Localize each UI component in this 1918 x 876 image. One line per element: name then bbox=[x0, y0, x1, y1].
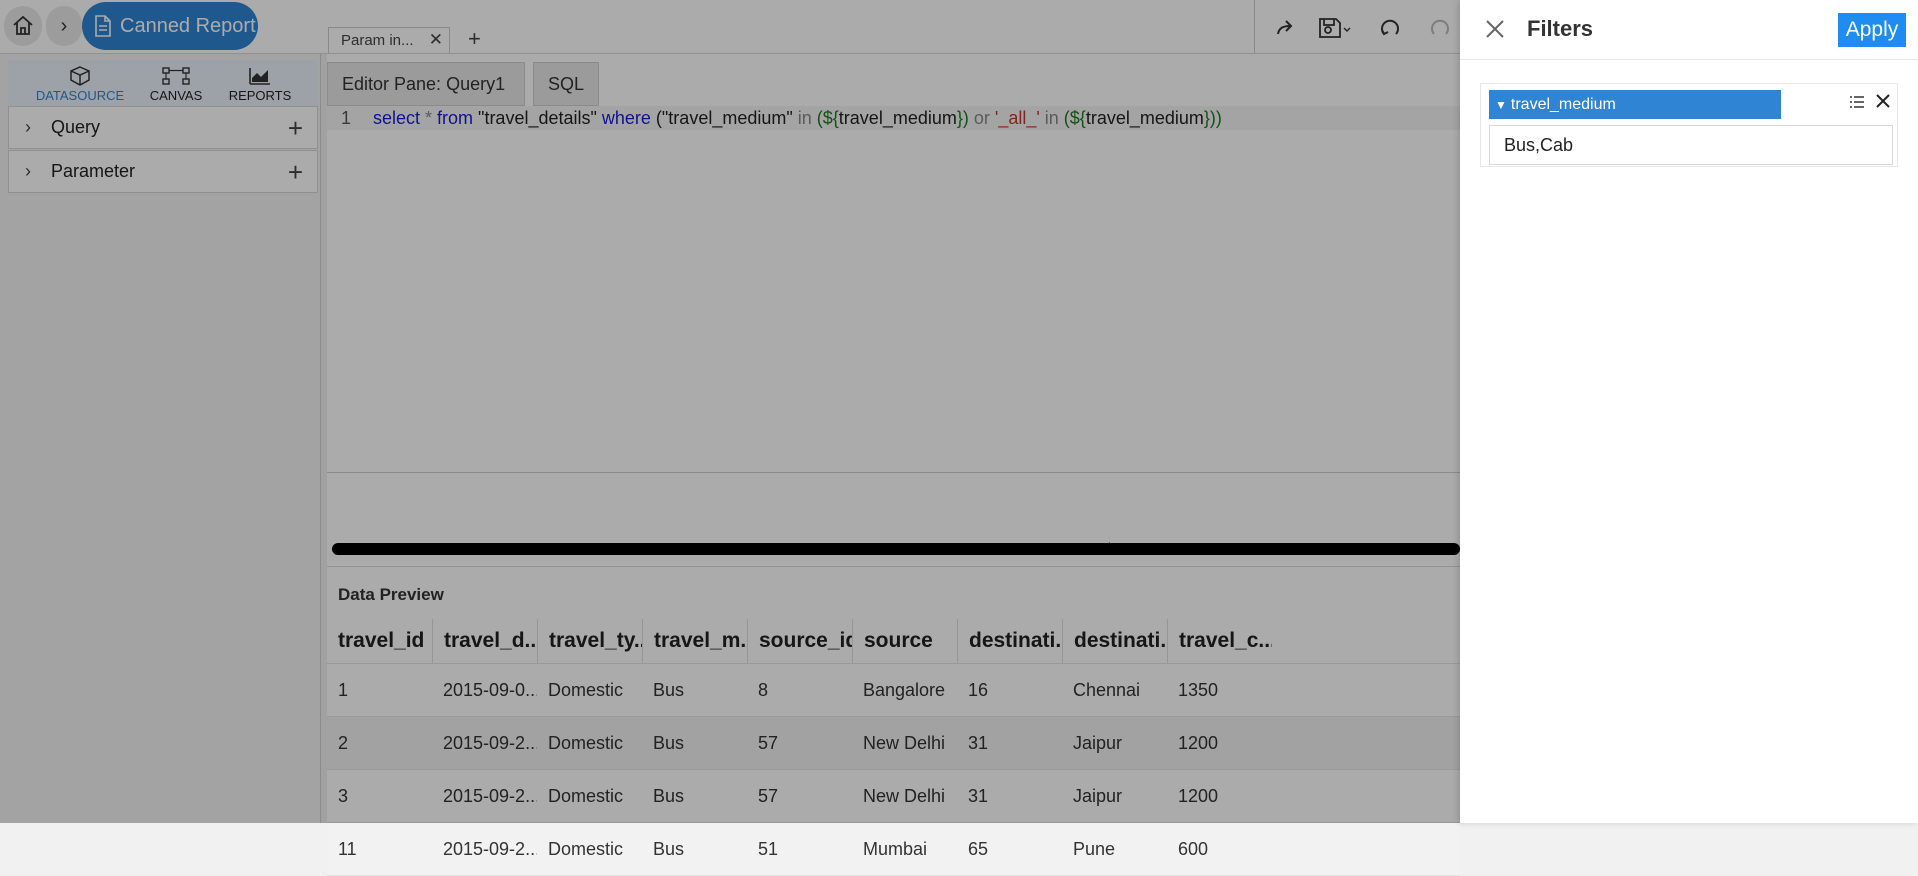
filter-name-chip[interactable]: ▼ travel_medium bbox=[1489, 90, 1781, 119]
modal-backdrop[interactable] bbox=[0, 0, 1460, 823]
caret-down-icon: ▼ bbox=[1495, 97, 1507, 112]
filter-name: travel_medium bbox=[1510, 95, 1616, 113]
table-cell: 2015-09-2... bbox=[443, 838, 537, 859]
filter-value-input[interactable]: Bus,Cab bbox=[1489, 125, 1893, 165]
table-cell: 600 bbox=[1178, 838, 1209, 859]
filters-header: Filters Apply bbox=[1460, 0, 1918, 60]
filters-title: Filters bbox=[1527, 16, 1594, 41]
apply-button[interactable]: Apply bbox=[1838, 13, 1906, 47]
list-icon[interactable] bbox=[1849, 94, 1865, 110]
table-row: 11 2015-09-2... Domestic Bus 51 Mumbai 65 Pune 6… bbox=[327, 823, 1460, 876]
table-cell: 65 bbox=[968, 838, 989, 859]
filter-card: ▼ travel_medium Bus,Cab bbox=[1480, 83, 1898, 167]
table-cell: 51 bbox=[758, 838, 779, 859]
table-cell: 11 bbox=[338, 838, 357, 859]
filters-panel: Filters Apply ▼ travel_medium Bus,Cab bbox=[1460, 0, 1918, 823]
remove-filter-icon[interactable] bbox=[1875, 93, 1891, 109]
table-cell: Pune bbox=[1073, 838, 1116, 859]
table-cell: Domestic bbox=[548, 838, 624, 859]
table-cell: Mumbai bbox=[863, 838, 928, 859]
table-cell: Bus bbox=[653, 838, 685, 859]
close-icon[interactable] bbox=[1482, 16, 1508, 42]
